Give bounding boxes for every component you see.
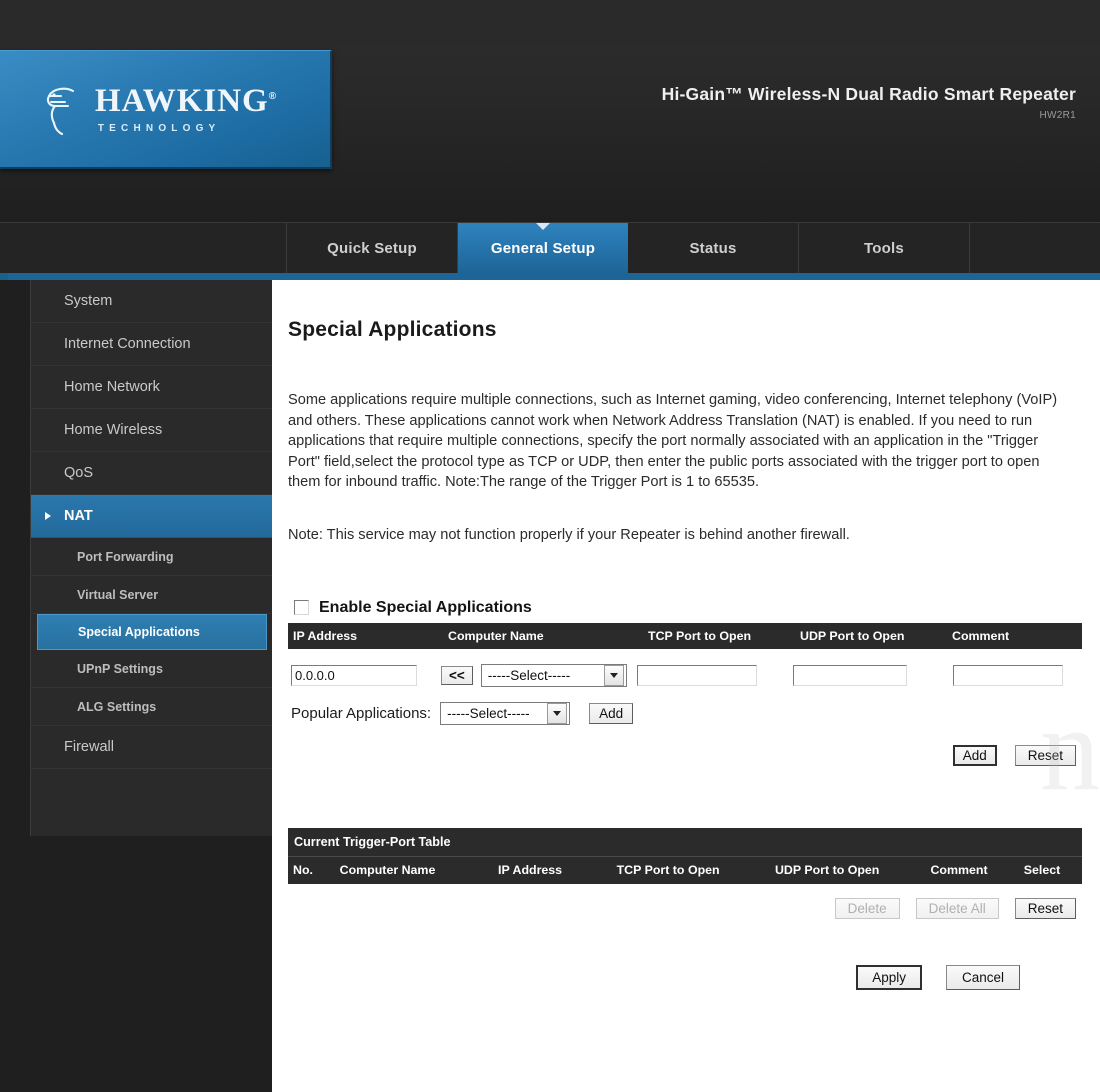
column-header-computer-name: Computer Name — [448, 628, 544, 643]
sidebar-item-label: Home Network — [64, 379, 160, 395]
popular-applications-select[interactable]: -----Select----- — [440, 701, 571, 725]
enable-special-applications-label: Enable Special Applications — [319, 598, 532, 616]
popular-applications-row: Popular Applications: -----Select----- A… — [291, 701, 1082, 725]
product-title: Hi-Gain™ Wireless-N Dual Radio Smart Rep… — [661, 84, 1076, 104]
entry-table-header: IP Address Computer Name TCP Port to Ope… — [288, 622, 1082, 649]
tab-status[interactable]: Status — [628, 223, 799, 273]
sidebar-item-home-network[interactable]: Home Network — [31, 366, 273, 409]
cancel-button[interactable]: Cancel — [945, 964, 1020, 990]
add-button[interactable]: Add — [952, 744, 997, 766]
tab-general-setup[interactable]: General Setup — [458, 223, 628, 273]
sidebar-item-internet-connection[interactable]: Internet Connection — [31, 323, 273, 366]
sidebar-subitem-label: Special Applications — [78, 625, 200, 639]
brand-name: HAWKING® — [94, 82, 278, 119]
tab-quick-setup[interactable]: Quick Setup — [286, 223, 458, 273]
popular-applications-label: Popular Applications: — [291, 704, 432, 722]
column-header-select: Select — [1023, 863, 1061, 877]
column-header-no: No. — [293, 863, 313, 877]
page-note: Note: This service may not function prop… — [288, 526, 850, 543]
product-model: HW2R1 — [1039, 110, 1076, 121]
sidebar-item-upnp-settings[interactable]: UPnP Settings — [31, 650, 273, 688]
brand-logo-text: HAWKING® TECHNOLOGY — [94, 82, 278, 134]
computer-name-select-value: -----Select----- — [487, 668, 571, 683]
sidebar-item-label: System — [64, 293, 113, 309]
column-header-tcp-port: TCP Port to Open — [616, 863, 720, 877]
sidebar-item-virtual-server[interactable]: Virtual Server — [31, 576, 273, 614]
current-table-reset-button[interactable]: Reset — [1014, 897, 1076, 919]
entry-form-buttons: Add Reset — [288, 744, 1082, 766]
hawk-bird-icon — [46, 87, 74, 135]
computer-name-select[interactable]: -----Select----- — [480, 664, 627, 687]
brand-tagline: TECHNOLOGY — [97, 122, 221, 134]
header-top-strip — [0, 0, 1100, 46]
column-header-ip-address: IP Address — [293, 628, 358, 643]
column-header-ip-address: IP Address — [498, 863, 563, 877]
footer-buttons: Apply Cancel — [288, 964, 1082, 990]
sidebar-item-qos[interactable]: QoS — [31, 452, 273, 495]
sidebar-item-label: Internet Connection — [64, 336, 191, 352]
popular-applications-add-button[interactable]: Add — [589, 702, 634, 724]
delete-all-button[interactable]: Delete All — [915, 897, 999, 919]
page-description: Some applications require multiple conne… — [288, 392, 1058, 490]
sidebar-item-label: Home Wireless — [64, 422, 163, 438]
column-header-tcp-port: TCP Port to Open — [648, 628, 752, 643]
sidebar-item-label: QoS — [64, 465, 94, 481]
content-inner: Special Applications Some applications r… — [272, 280, 1100, 990]
sidebar-item-label: Firewall — [64, 739, 114, 755]
apply-button[interactable]: Apply — [856, 964, 922, 990]
sidebar: System Internet Connection Home Network … — [30, 280, 274, 836]
chevron-right-icon — [45, 512, 51, 520]
tcp-port-input[interactable] — [636, 665, 757, 686]
column-header-comment: Comment — [952, 628, 1010, 643]
tab-label: Status — [689, 239, 737, 257]
column-header-udp-port: UDP Port to Open — [774, 863, 880, 877]
sidebar-item-port-forwarding[interactable]: Port Forwarding — [31, 538, 273, 576]
copy-computer-name-button[interactable]: << — [441, 666, 473, 685]
popular-applications-select-value: -----Select----- — [447, 705, 530, 721]
sidebar-item-alg-settings[interactable]: ALG Settings — [31, 688, 273, 726]
sidebar-subitem-label: Virtual Server — [77, 587, 159, 602]
main-navbar: Quick Setup General Setup Status Tools — [0, 222, 1100, 281]
reset-button[interactable]: Reset — [1014, 744, 1076, 766]
sidebar-item-firewall[interactable]: Firewall — [31, 726, 273, 769]
ip-address-input[interactable] — [291, 665, 417, 686]
comment-input[interactable] — [952, 665, 1063, 686]
sidebar-subitem-label: Port Forwarding — [77, 549, 174, 564]
column-header-computer-name: Computer Name — [339, 863, 436, 877]
enable-special-applications-row: Enable Special Applications — [294, 599, 1082, 617]
entry-input-row: << -----Select----- — [288, 649, 1082, 698]
tab-tools[interactable]: Tools — [799, 223, 970, 273]
enable-special-applications-checkbox[interactable] — [294, 600, 309, 615]
sidebar-item-label: NAT — [64, 508, 93, 524]
brand-logo-inner: HAWKING® TECHNOLOGY — [41, 83, 277, 135]
tab-label: General Setup — [490, 239, 596, 257]
page-title: Special Applications — [288, 318, 497, 341]
column-header-udp-port: UDP Port to Open — [800, 628, 905, 643]
chevron-down-icon — [547, 702, 568, 724]
page-header: HAWKING® TECHNOLOGY Hi-Gain™ Wireless-N … — [0, 0, 1100, 222]
sidebar-item-nat[interactable]: NAT — [31, 495, 273, 538]
product-title-block: Hi-Gain™ Wireless-N Dual Radio Smart Rep… — [662, 84, 1076, 121]
registered-mark-icon: ® — [268, 90, 278, 102]
udp-port-input[interactable] — [792, 665, 907, 686]
active-tab-notch-icon — [536, 223, 550, 230]
page-body: System Internet Connection Home Network … — [0, 280, 1100, 1092]
current-table-action-buttons: Delete Delete All Reset — [288, 897, 1082, 919]
chevron-down-icon — [603, 665, 624, 686]
column-header-comment: Comment — [930, 863, 988, 877]
delete-button[interactable]: Delete — [834, 897, 900, 919]
tab-label: Quick Setup — [327, 239, 417, 257]
tab-label: Tools — [864, 239, 904, 257]
sidebar-subitem-label: UPnP Settings — [77, 661, 163, 676]
nav-tab-list: Quick Setup General Setup Status Tools — [286, 223, 970, 273]
current-table-section-title: Current Trigger-Port Table — [288, 827, 1082, 856]
sidebar-subitem-label: ALG Settings — [77, 699, 157, 714]
sidebar-item-system[interactable]: System — [31, 280, 273, 323]
sidebar-item-special-applications[interactable]: Special Applications — [37, 614, 267, 650]
current-table-header: No. Computer Name IP Address TCP Port to… — [288, 855, 1082, 884]
brand-logo[interactable]: HAWKING® TECHNOLOGY — [0, 50, 332, 169]
content-panel: n Special Applications Some applications… — [272, 280, 1100, 1092]
sidebar-item-home-wireless[interactable]: Home Wireless — [31, 409, 273, 452]
